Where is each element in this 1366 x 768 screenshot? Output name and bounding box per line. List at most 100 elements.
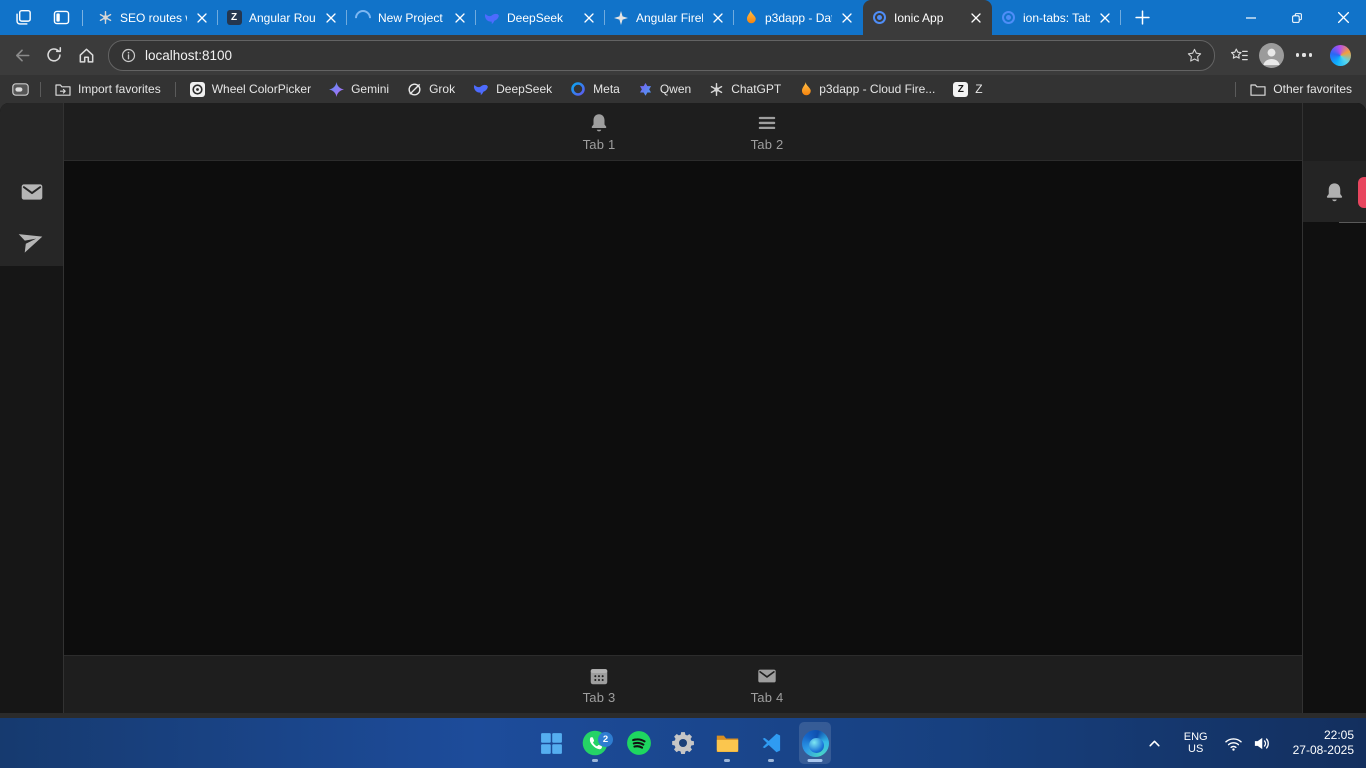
browser-tab-ionic-app-active[interactable]: Ionic App bbox=[863, 0, 992, 35]
vscode-button[interactable] bbox=[755, 722, 787, 764]
copilot-icon[interactable] bbox=[1324, 40, 1356, 70]
wifi-icon[interactable] bbox=[1224, 735, 1243, 752]
clock[interactable]: 22:05 27-08-2025 bbox=[1293, 728, 1354, 758]
close-tab-icon[interactable] bbox=[710, 10, 726, 26]
url-text[interactable]: localhost:8100 bbox=[145, 48, 1180, 63]
firebase-flame-icon bbox=[799, 82, 812, 97]
tray-date: 27-08-2025 bbox=[1293, 743, 1354, 758]
spotify-button[interactable] bbox=[623, 722, 655, 764]
tab-title: Angular Rout bbox=[249, 11, 316, 25]
left-rail bbox=[0, 103, 64, 713]
rail-notifications-button[interactable] bbox=[1317, 174, 1353, 210]
settings-button[interactable] bbox=[667, 722, 699, 764]
rail-mail-button[interactable] bbox=[14, 174, 50, 210]
send-icon bbox=[15, 224, 48, 257]
close-tab-icon[interactable] bbox=[323, 10, 339, 26]
new-tab-button[interactable] bbox=[1127, 5, 1157, 31]
close-tab-icon[interactable] bbox=[194, 10, 210, 26]
whatsapp-button[interactable]: 2 bbox=[579, 722, 611, 764]
favorite-grok[interactable]: Grok bbox=[398, 78, 464, 100]
back-button[interactable] bbox=[6, 40, 38, 70]
browser-tab-new-project[interactable]: New Project - bbox=[347, 0, 476, 35]
rail-send-button[interactable] bbox=[14, 222, 50, 258]
bookmark-star-icon[interactable] bbox=[1180, 40, 1208, 70]
browser-tab-seo-routes[interactable]: SEO routes wi bbox=[89, 0, 218, 35]
site-info-icon[interactable] bbox=[121, 48, 136, 63]
other-favorites-button[interactable]: Other favorites bbox=[1241, 78, 1366, 100]
tab-title: p3dapp - Dat bbox=[765, 11, 832, 25]
divider bbox=[82, 10, 83, 26]
favorite-qwen[interactable]: Qwen bbox=[629, 78, 700, 100]
browser-tab-deepseek[interactable]: DeepSeek bbox=[476, 0, 605, 35]
whatsapp-badge: 2 bbox=[598, 732, 613, 747]
gemini-star-icon bbox=[329, 82, 344, 97]
vertical-tabs-icon[interactable] bbox=[46, 5, 76, 31]
favorite-chatgpt[interactable]: ChatGPT bbox=[700, 78, 790, 100]
ionic-icon bbox=[1000, 10, 1016, 26]
right-rail bbox=[1302, 103, 1366, 713]
chatgpt-icon bbox=[709, 82, 724, 97]
close-tab-icon[interactable] bbox=[839, 10, 855, 26]
favorite-gemini[interactable]: Gemini bbox=[320, 78, 398, 100]
edge-button[interactable] bbox=[799, 722, 831, 764]
tab-title: Ionic App bbox=[894, 11, 961, 25]
favorite-wheel-colorpicker[interactable]: Wheel ColorPicker bbox=[181, 78, 320, 100]
close-tab-icon[interactable] bbox=[968, 10, 984, 26]
favorites-list-icon[interactable] bbox=[1223, 40, 1255, 70]
refresh-button[interactable] bbox=[38, 40, 70, 70]
tab-button-tab3[interactable]: Tab 3 bbox=[515, 656, 683, 713]
browser-tab-ion-tabs-docs[interactable]: ion-tabs: Tab bbox=[992, 0, 1121, 35]
grok-icon bbox=[407, 82, 422, 97]
favorite-meta[interactable]: Meta bbox=[561, 78, 629, 100]
browser-tab-angular-routing[interactable]: Z Angular Rout bbox=[218, 0, 347, 35]
region-code: US bbox=[1184, 743, 1208, 755]
favorite-label: Qwen bbox=[660, 82, 691, 96]
close-window-button[interactable] bbox=[1320, 0, 1366, 35]
tab-title: SEO routes wi bbox=[120, 11, 187, 25]
volume-icon[interactable] bbox=[1252, 735, 1271, 752]
tab-label: Tab 4 bbox=[751, 690, 784, 705]
more-menu-icon[interactable] bbox=[1288, 40, 1320, 70]
collections-sidebar-icon[interactable] bbox=[0, 78, 35, 100]
browser-toolbar: localhost:8100 bbox=[0, 35, 1366, 75]
right-rail-header bbox=[1303, 103, 1366, 161]
address-bar[interactable]: localhost:8100 bbox=[108, 40, 1215, 71]
windows-start-icon bbox=[539, 731, 564, 756]
close-tab-icon[interactable] bbox=[452, 10, 468, 26]
tab-title: ion-tabs: Tab bbox=[1023, 11, 1090, 25]
toolbar-right-group bbox=[1223, 40, 1366, 70]
profile-avatar[interactable] bbox=[1259, 43, 1284, 68]
firebase-flame-icon bbox=[742, 10, 758, 26]
tab-button-tab1[interactable]: Tab 1 bbox=[515, 103, 683, 160]
minimize-button[interactable] bbox=[1228, 0, 1274, 35]
tab-button-tab4[interactable]: Tab 4 bbox=[683, 656, 851, 713]
favorite-deepseek[interactable]: DeepSeek bbox=[464, 78, 561, 100]
blue-arc-icon bbox=[355, 10, 371, 26]
tab-label: Tab 1 bbox=[583, 137, 616, 152]
language-indicator[interactable]: ENG US bbox=[1184, 731, 1208, 755]
favorite-label: Gemini bbox=[351, 82, 389, 96]
start-button[interactable] bbox=[535, 722, 567, 764]
favorite-label: DeepSeek bbox=[496, 82, 552, 96]
home-button[interactable] bbox=[70, 40, 102, 70]
file-explorer-button[interactable] bbox=[711, 722, 743, 764]
divider bbox=[1235, 82, 1236, 97]
tray-chevron-icon[interactable] bbox=[1147, 736, 1162, 751]
import-favorites-button[interactable]: Import favorites bbox=[46, 78, 170, 100]
bottom-tab-bar: Tab 3 Tab 4 bbox=[64, 655, 1302, 713]
tab-activity-icon[interactable] bbox=[8, 5, 38, 31]
browser-tab-p3dapp[interactable]: p3dapp - Dat bbox=[734, 0, 863, 35]
favorite-z[interactable]: Z Z bbox=[944, 78, 991, 100]
close-tab-icon[interactable] bbox=[1097, 10, 1113, 26]
close-tab-icon[interactable] bbox=[581, 10, 597, 26]
ionic-icon bbox=[871, 10, 887, 26]
tab-button-tab2[interactable]: Tab 2 bbox=[683, 103, 851, 160]
z-ai-icon: Z bbox=[226, 10, 242, 26]
favorite-p3dapp-firebase[interactable]: p3dapp - Cloud Fire... bbox=[790, 78, 944, 100]
browser-tabs: SEO routes wi Z Angular Rout New Project… bbox=[89, 0, 1121, 35]
browser-tab-angular-firebase[interactable]: Angular Fireb bbox=[605, 0, 734, 35]
favorite-label: p3dapp - Cloud Fire... bbox=[819, 82, 935, 96]
ion-tabs-main: Tab 1 Tab 2 Tab 3 bbox=[64, 103, 1302, 713]
favorite-label: Z bbox=[975, 82, 982, 96]
restore-button[interactable] bbox=[1274, 0, 1320, 35]
